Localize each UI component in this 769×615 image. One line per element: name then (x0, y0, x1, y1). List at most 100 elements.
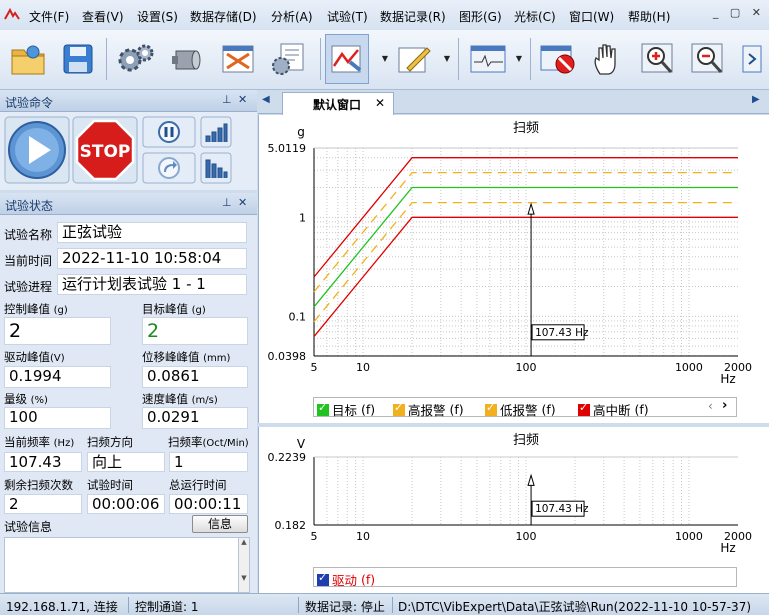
menu-bar: 文件(F) 查看(V) 设置(S) 数据存储(D) 分析(A) 试验(T) 数据… (0, 0, 769, 30)
stop-label: STOP (80, 142, 131, 162)
info-scrollbar[interactable]: ▲ ▼ (238, 537, 250, 593)
x-axis-label: Hz (720, 372, 735, 386)
menu-settings[interactable]: 设置(S) (137, 8, 178, 25)
waveform-window-button[interactable] (466, 34, 510, 84)
run-test-dropdown-icon[interactable]: ▼ (380, 54, 390, 64)
waveform-window-icon (470, 45, 506, 73)
sweep-direction-value: 向上 (87, 452, 165, 472)
legend-item-high-abort[interactable]: 高中断(f) (578, 400, 649, 419)
sweep-rate-value: 1 (169, 452, 248, 472)
open-folder-icon (11, 45, 45, 75)
menu-cursor[interactable]: 光标(C) (514, 8, 556, 25)
level-down-button[interactable] (200, 152, 232, 184)
menu-file[interactable]: 文件(F) (29, 8, 69, 25)
menu-view[interactable]: 查看(V) (82, 8, 124, 25)
velocity-peak-label: 速度峰值 (m/s) (142, 392, 218, 406)
info-button[interactable]: 信息 (192, 515, 248, 533)
sweep-chart-bottom[interactable]: 扫频 V Hz 5 10 100 1000 2000 0.2239 0.182 107.43 Hz (259, 427, 769, 567)
remaining-sweeps-label: 剩余扫频次数 (4, 478, 73, 492)
level-label: 量级 (%) (4, 392, 48, 406)
drive-peak-label: 驱动峰值(V) (4, 350, 65, 364)
next-icon (742, 45, 762, 73)
status-data-path: D:\DTC\VibExpert\Data\正弦试验\Run(2022-11-1… (398, 600, 752, 614)
tab-default-window[interactable]: 默认窗口 ✕ (282, 92, 394, 115)
y-tick-label: 0.1 (289, 310, 307, 323)
target-peak-value: 2 (142, 317, 248, 345)
legend-item-high-alarm[interactable]: 高报警(f) (393, 400, 464, 419)
level-value: 100 (4, 407, 111, 429)
level-up-button[interactable] (200, 116, 232, 148)
current-time-value: 2022-11-10 10:58:04 (57, 248, 247, 269)
progress-label: 试验进程 (4, 280, 53, 294)
drive-peak-value: 0.1994 (4, 366, 111, 388)
run-test-icon (331, 45, 362, 73)
tab-default-window-label: 默认窗口 (313, 98, 362, 112)
tab-scroll-right-icon[interactable]: ▶ (752, 94, 760, 105)
tab-close-icon[interactable]: ✕ (375, 96, 385, 110)
close-icon[interactable]: ✕ (238, 196, 247, 209)
run-test-button[interactable] (325, 34, 369, 84)
toolbar-more-button[interactable] (736, 34, 766, 84)
skip-button[interactable] (142, 152, 196, 184)
frequency-label: 当前频率 (Hz) (4, 435, 75, 449)
chart-legend-top: 目标(f) 高报警(f) 低报警(f) 高中断(f) ‹ › (313, 397, 737, 419)
legend-prev-icon[interactable]: ‹ (708, 399, 713, 413)
app-logo-icon[interactable] (4, 7, 20, 23)
pause-button[interactable] (142, 116, 196, 148)
legend-next-icon[interactable]: › (722, 398, 727, 413)
x-tick-label: 10 (356, 361, 370, 374)
waveform-dropdown-icon[interactable]: ▼ (514, 54, 524, 64)
test-report-icon (222, 45, 254, 73)
test-info-textarea[interactable] (4, 537, 240, 593)
settings-button[interactable] (114, 34, 158, 84)
cursor-label: 107.43 Hz (535, 327, 589, 339)
open-button[interactable] (6, 34, 50, 84)
zoom-out-button[interactable] (686, 34, 730, 84)
tab-scroll-left-icon[interactable]: ◀ (262, 94, 270, 105)
velocity-peak-value: 0.0291 (142, 407, 248, 429)
menu-window[interactable]: 窗口(W) (569, 8, 614, 25)
pencil-edit-icon (398, 47, 431, 73)
x-tick-label: 100 (516, 530, 537, 543)
control-peak-label: 控制峰值 (g) (4, 302, 68, 316)
stop-display-button[interactable] (536, 34, 580, 84)
legend-item-target[interactable]: 目标(f) (317, 400, 375, 419)
status-pane-header: 试验状态 ⊥ ✕ (0, 193, 257, 215)
menu-analysis[interactable]: 分析(A) (271, 8, 313, 25)
stop-button[interactable]: STOP (72, 116, 138, 184)
document-gear-icon (272, 43, 304, 75)
legend-item-low-alarm[interactable]: 低报警(f) (485, 400, 556, 419)
close-icon[interactable]: ✕ (238, 93, 247, 106)
menu-data-storage[interactable]: 数据存储(D) (190, 8, 257, 25)
edit-button[interactable] (392, 34, 436, 84)
status-pane: 试验名称 正弦试验 当前时间 2022-11-10 10:58:04 试验进程 … (0, 215, 257, 593)
zoom-in-button[interactable] (636, 34, 680, 84)
hand-pan-icon (594, 44, 616, 75)
menu-test[interactable]: 试验(T) (327, 8, 368, 25)
pan-button[interactable] (586, 34, 630, 84)
legend-item-drive[interactable]: 驱动(f) (317, 570, 375, 589)
pin-icon[interactable]: ⊥ (222, 93, 232, 106)
menu-graph[interactable]: 图形(G) (459, 8, 502, 25)
frequency-value: 107.43 (4, 452, 82, 472)
checkbox-icon (578, 401, 590, 416)
test-time-label: 试验时间 (87, 478, 133, 492)
pin-icon[interactable]: ⊥ (222, 196, 232, 209)
document-settings-button[interactable] (266, 34, 310, 84)
menu-help[interactable]: 帮助(H) (628, 8, 670, 25)
sweep-chart-top[interactable]: 扫频 g Hz 5 10 100 1000 2000 5.0119 1 0.1 0.0398 107.4… (259, 115, 769, 397)
x-tick-label: 1000 (675, 361, 703, 374)
save-button[interactable] (56, 34, 100, 84)
start-button[interactable] (4, 116, 70, 184)
menu-data-record[interactable]: 数据记录(R) (380, 8, 446, 25)
window-controls[interactable]: _ ▢ ✕ (713, 6, 765, 19)
edit-dropdown-icon[interactable]: ▼ (442, 54, 452, 64)
y-tick-label: 5.0119 (268, 142, 307, 155)
shaker-button[interactable] (166, 34, 210, 84)
x-tick-label: 10 (356, 530, 370, 543)
y-axis-label: V (297, 437, 306, 451)
test-time-value: 00:00:06 (87, 494, 165, 514)
chart-divider[interactable] (258, 423, 769, 427)
test-report-button[interactable] (216, 34, 260, 84)
checkbox-icon (317, 571, 329, 586)
